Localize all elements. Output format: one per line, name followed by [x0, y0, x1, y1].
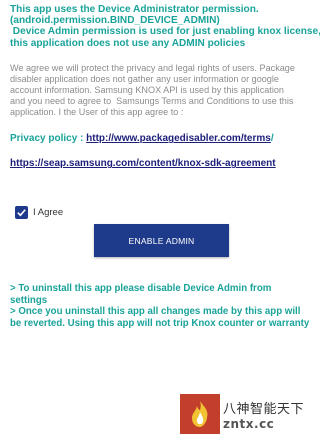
intro-line: Device Admin permission is used for just… — [10, 26, 320, 38]
description-line: We agree we will protect the privacy and… — [10, 62, 295, 73]
privacy-policy-suffix: / — [270, 133, 274, 145]
privacy-description: We agree we will protect the privacy and… — [10, 63, 315, 118]
agree-label: I Agree — [33, 207, 64, 218]
description-line: account information. Samsung KNOX API is… — [10, 85, 284, 95]
permission-intro: This app uses the Device Administrator p… — [10, 4, 320, 49]
permission-info-panel: This app uses the Device Administrator p… — [10, 4, 320, 169]
description-line: disabler application does not gather any… — [10, 73, 279, 84]
note-line: settings — [10, 294, 48, 306]
knox-terms-row: https://seap.samsung.com/content/knox-sd… — [10, 158, 315, 169]
knox-terms-link[interactable]: https://seap.samsung.com/content/knox-sd… — [10, 158, 276, 169]
privacy-policy-label: Privacy policy : — [10, 133, 87, 145]
description-line: and you need to agree to Samsungs Terms … — [10, 96, 294, 107]
privacy-policy-link[interactable]: http://www.packagedisabler.com/terms — [86, 133, 271, 144]
flame-logo-icon — [192, 401, 208, 427]
watermark-url: zntx.cc — [223, 416, 275, 431]
agree-checkbox[interactable] — [15, 206, 28, 219]
checkmark-icon — [17, 209, 26, 217]
note-line: > Once you uninstall this app all change… — [10, 306, 301, 318]
intro-line: This app uses the Device Administrator p… — [10, 4, 259, 15]
description-line: application. I the User of this app agre… — [10, 107, 184, 118]
agree-checkbox-row[interactable]: I Agree — [15, 206, 63, 219]
uninstall-notes: > To uninstall this app please disable D… — [10, 283, 315, 329]
intro-line: (android.permission.BIND_DEVICE_ADMIN) — [10, 15, 220, 27]
privacy-policy-row: Privacy policy : http://www.packagedisab… — [10, 133, 315, 144]
intro-line: this application does not use any ADMIN … — [10, 37, 246, 49]
watermark-logo — [180, 394, 220, 434]
note-line: > To uninstall this app please disable D… — [10, 283, 272, 294]
note-line: be reverted. Using this app will not tri… — [10, 317, 310, 329]
enable-admin-button[interactable]: ENABLE ADMIN — [94, 224, 229, 257]
site-watermark: 八神智能天下 zntx.cc — [180, 394, 312, 434]
watermark-title: 八神智能天下 — [223, 401, 305, 417]
watermark-text: 八神智能天下 zntx.cc — [223, 398, 304, 431]
